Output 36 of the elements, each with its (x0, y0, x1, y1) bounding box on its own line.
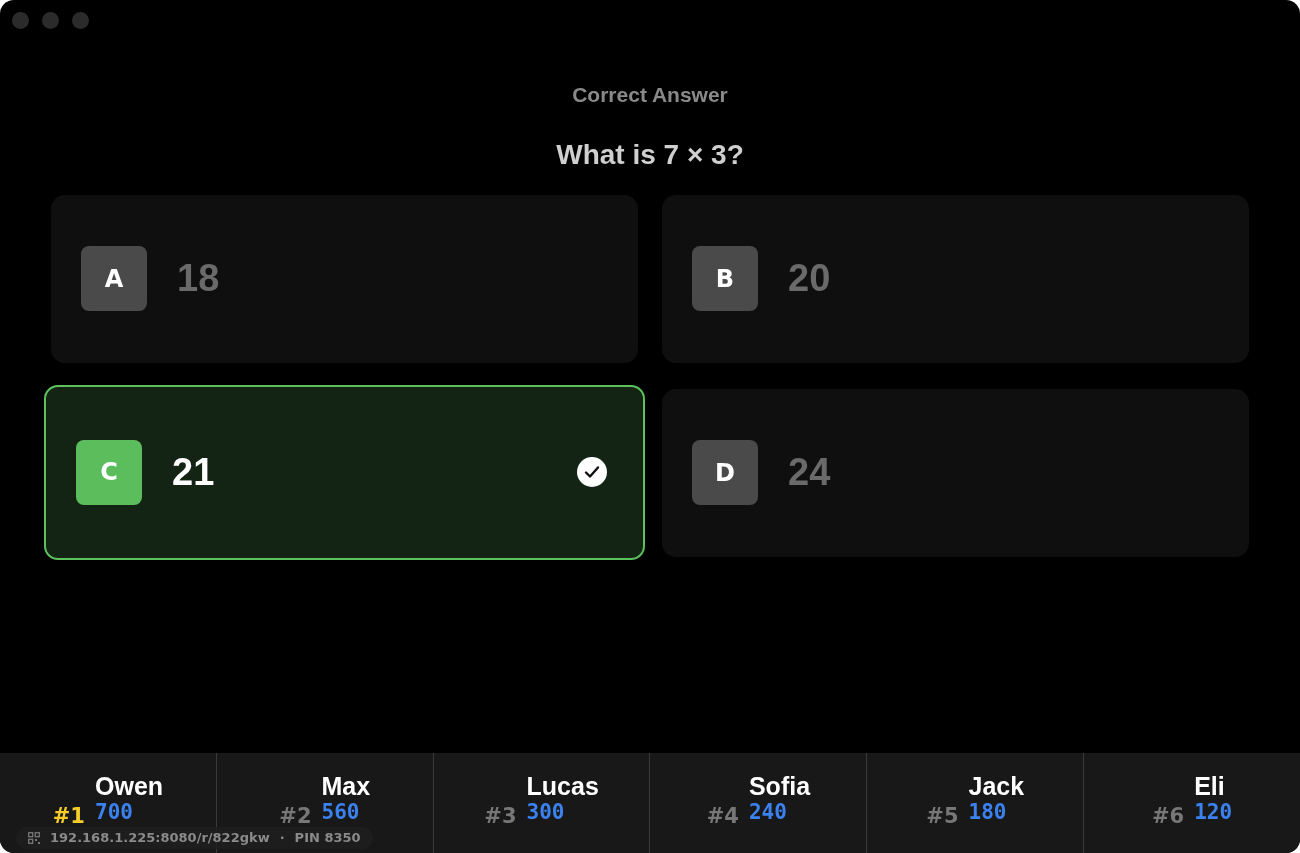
player-name: Max (321, 773, 371, 801)
player-score: 240 (748, 800, 788, 824)
separator-dot: · (279, 829, 285, 848)
rank-label: #3 (484, 803, 517, 830)
answer-text: 21 (172, 449, 215, 495)
player-score: 120 (1194, 800, 1233, 824)
answer-text: 24 (788, 450, 831, 495)
player-score: 180 (968, 800, 1008, 824)
answer-letter: C (76, 439, 142, 505)
rank-label: #5 (926, 803, 959, 830)
answer-letter: B (692, 246, 758, 311)
player-score: 300 (526, 800, 566, 824)
qr-code-icon (28, 832, 40, 844)
minimize-button[interactable] (42, 12, 59, 29)
player-score: 560 (321, 800, 361, 824)
answer-letter: A (81, 246, 147, 311)
player-name: Sofia (748, 773, 811, 801)
player-name: Owen (95, 773, 164, 801)
player-name: Lucas (526, 773, 599, 801)
rank-label: #6 (1151, 803, 1185, 830)
question-text: What is 7 × 3? (555, 137, 745, 172)
zoom-button[interactable] (72, 12, 89, 29)
player-name: Eli (1194, 773, 1226, 801)
answer-letter: D (692, 440, 758, 505)
pin-code: PIN 8350 (294, 829, 361, 848)
checkmark-icon (577, 457, 607, 487)
join-address: 192.168.1.225:8080/r/822gkw (50, 829, 270, 848)
answer-text: 20 (788, 256, 831, 301)
rank-label: #4 (706, 803, 739, 830)
player-score: 700 (95, 800, 134, 824)
rank-label: #2 (279, 803, 312, 830)
player-name: Jack (968, 773, 1025, 801)
close-button[interactable] (12, 12, 29, 29)
rank-label: #1 (52, 803, 85, 830)
answer-text: 18 (177, 256, 220, 301)
heading: Correct Answer (571, 82, 729, 108)
